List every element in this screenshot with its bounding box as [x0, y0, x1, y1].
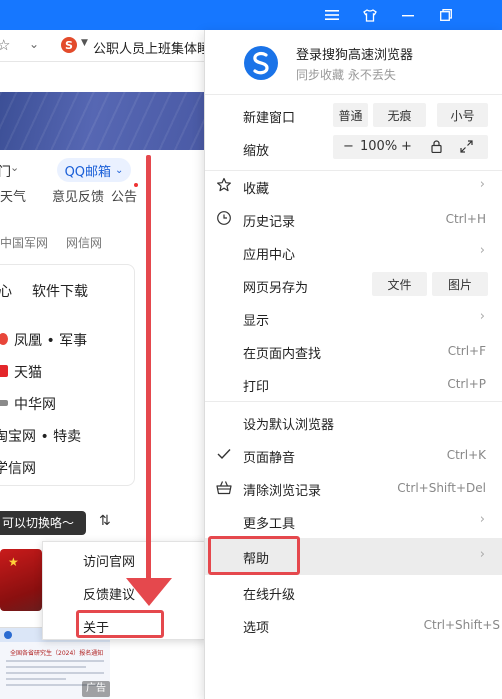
- thumb-text-line: [6, 678, 66, 680]
- list-item[interactable]: 天猫: [14, 362, 42, 382]
- menu-item-history[interactable]: 历史记录: [243, 211, 295, 230]
- site-link[interactable]: 网信网: [66, 234, 102, 251]
- checkmark-icon: [216, 446, 232, 462]
- sogou-logo-icon[interactable]: [244, 46, 278, 80]
- menu-item-options[interactable]: 选项: [243, 617, 269, 636]
- menu-item-app-center[interactable]: 应用中心: [243, 244, 295, 263]
- chevron-right-icon: ›: [479, 512, 485, 527]
- shortcut-label: Ctrl+F: [447, 344, 486, 358]
- list-item[interactable]: 凤凰 • 军事: [14, 330, 87, 350]
- restore-icon[interactable]: [428, 0, 464, 30]
- annotation-arrow-head: [126, 578, 172, 606]
- thumb-text-line: [6, 672, 104, 674]
- divider: [205, 170, 502, 171]
- feedback-link[interactable]: 意见反馈: [52, 186, 104, 205]
- page-banner: [0, 92, 205, 150]
- shortcut-label: Ctrl+P: [447, 377, 486, 391]
- new-window-label: 新建窗口: [243, 111, 296, 126]
- star-icon[interactable]: ☆: [0, 36, 10, 54]
- save-as-image-button[interactable]: 图片: [432, 272, 488, 296]
- chevron-right-icon: ›: [479, 547, 485, 562]
- ad-badge: 广告: [82, 681, 110, 697]
- swap-sort-icon[interactable]: ⇅: [99, 513, 111, 529]
- shortcut-label: Ctrl+Shift+S: [423, 618, 500, 632]
- sogou-bookmark-icon[interactable]: S: [61, 37, 77, 53]
- qq-mail-label: QQ邮箱: [64, 164, 112, 180]
- notice-link[interactable]: 公告: [111, 186, 137, 205]
- menu-item-more-tools[interactable]: 更多工具: [243, 513, 295, 532]
- switch-tooltip: 可以切换咯～: [0, 511, 86, 535]
- list-item[interactable]: 学信网: [0, 458, 36, 478]
- title-bar: [0, 0, 502, 30]
- zoom-out-button[interactable]: −: [343, 139, 354, 154]
- star-icon: [216, 177, 232, 193]
- basket-clear-icon: [216, 479, 232, 495]
- shortcut-label: Ctrl+Shift+Del: [397, 481, 486, 495]
- thumb-logo-icon: [4, 631, 12, 639]
- shortcut-label: Ctrl+H: [445, 212, 486, 226]
- news-thumbnail[interactable]: ★: [0, 549, 42, 611]
- new-window-incognito-button[interactable]: 无痕: [373, 103, 426, 127]
- menu-item-print[interactable]: 打印: [243, 376, 269, 395]
- list-item[interactable]: 中华网: [14, 394, 56, 414]
- menu-item-set-default[interactable]: 设为默认浏览器: [243, 414, 334, 433]
- menu-item-display[interactable]: 显示: [243, 310, 269, 329]
- fullscreen-icon[interactable]: [460, 140, 473, 157]
- new-window-normal-button[interactable]: 普通: [333, 103, 368, 127]
- login-subtitle: 同步收藏 永不丢失: [296, 68, 396, 82]
- clock-icon: [216, 210, 232, 226]
- flag-star-icon: ★: [8, 555, 19, 569]
- zoom-label: 缩放: [243, 144, 270, 159]
- shirt-skin-icon[interactable]: [352, 0, 388, 30]
- tmall-icon: [0, 365, 8, 377]
- caret-down-icon[interactable]: ▼: [81, 38, 88, 48]
- chevron-right-icon: ›: [479, 309, 485, 324]
- new-window-alt-account-button[interactable]: 小号: [437, 103, 488, 127]
- menu-item-upgrade[interactable]: 在线升级: [243, 584, 295, 603]
- lock-icon[interactable]: [431, 140, 442, 157]
- browser-main-menu: 登录搜狗高速浏览器 同步收藏 永不丢失 新建窗口 普通 无痕 小号 缩放 − 1…: [204, 30, 502, 699]
- china-com-icon: [0, 400, 8, 406]
- annotation-arrow-shaft: [146, 155, 151, 595]
- help-highlight-box: [208, 536, 300, 575]
- save-as-file-button[interactable]: 文件: [372, 272, 427, 296]
- chevron-right-icon: ›: [479, 177, 485, 192]
- about-highlight-box: [76, 610, 164, 638]
- card-tab[interactable]: 心: [0, 281, 12, 301]
- submenu-item-visit-site[interactable]: 访问官网: [83, 551, 135, 570]
- menu-item-find[interactable]: 在页面内查找: [243, 343, 321, 362]
- chevron-right-icon: ›: [479, 243, 485, 258]
- zoom-in-button[interactable]: +: [401, 139, 412, 154]
- login-link[interactable]: 登录搜狗高速浏览器: [296, 44, 413, 63]
- divider: [205, 401, 502, 402]
- chevron-down-icon: ⌄: [115, 164, 124, 176]
- menu-item-favorites[interactable]: 收藏: [243, 178, 269, 197]
- divider: [205, 94, 502, 95]
- thumb-title: 全国各省研究生（2024）报名通知: [10, 650, 104, 657]
- shortcut-label: Ctrl+K: [446, 448, 486, 462]
- chevron-down-icon[interactable]: ⌄: [29, 37, 39, 51]
- save-page-label: 网页另存为: [243, 281, 309, 296]
- weather-link[interactable]: 天气: [0, 186, 26, 205]
- chevron-down-icon[interactable]: ⌄: [10, 161, 19, 174]
- notification-dot: [134, 183, 138, 187]
- zoom-control: − 100% +: [333, 135, 488, 159]
- card-tab-software-download[interactable]: 软件下载: [32, 281, 88, 301]
- thumb-text-line: [6, 660, 104, 662]
- list-item[interactable]: 淘宝网 • 特卖: [0, 426, 81, 446]
- thumb-text-line: [6, 666, 86, 668]
- minimize-icon[interactable]: [390, 0, 426, 30]
- menu-item-clear-history[interactable]: 清除浏览记录: [243, 480, 321, 499]
- menu-item-mute[interactable]: 页面静音: [243, 447, 295, 466]
- menu-icon[interactable]: [314, 0, 350, 30]
- site-link[interactable]: 中国军网: [0, 234, 48, 251]
- zoom-value: 100%: [360, 139, 398, 154]
- bookmark-item[interactable]: 公职人员上班集体睡: [93, 38, 210, 57]
- qq-mail-link[interactable]: QQ邮箱 ⌄: [57, 158, 131, 182]
- tooltip-text: 可以切换咯～: [2, 516, 75, 530]
